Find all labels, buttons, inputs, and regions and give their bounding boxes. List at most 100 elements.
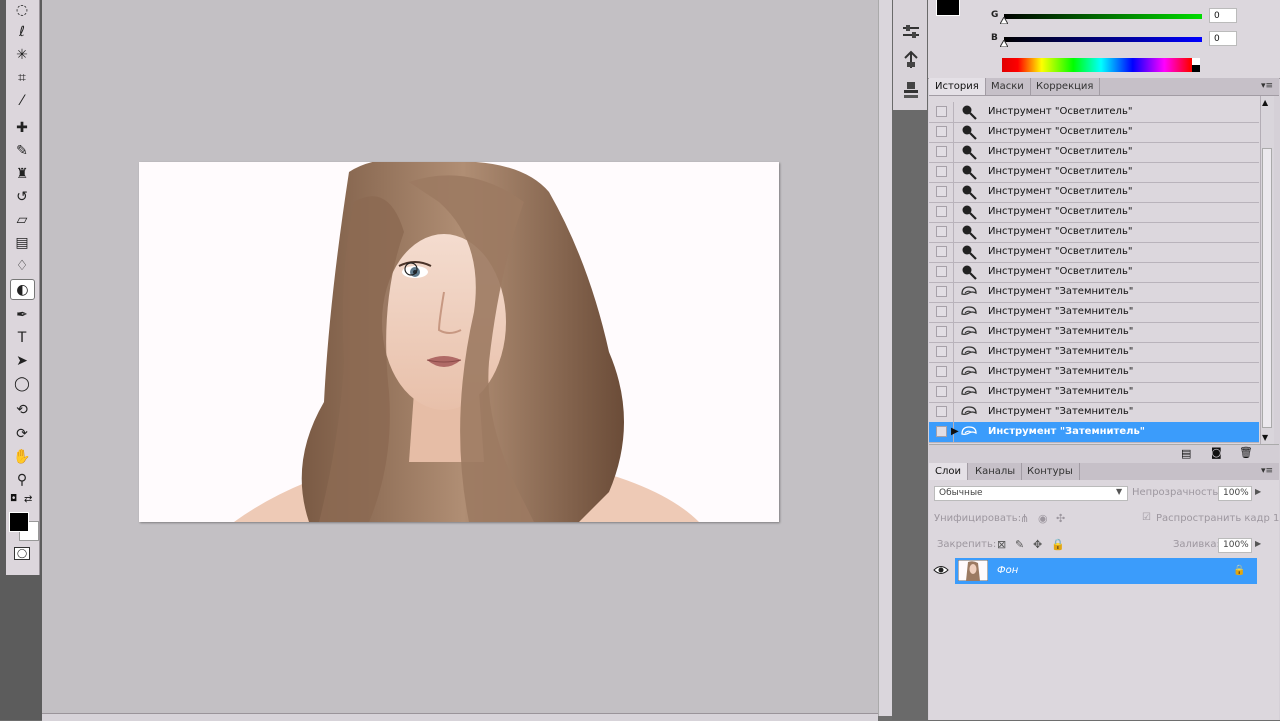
foreground-color-swatch[interactable] (9, 512, 29, 532)
history-scroll-thumb[interactable] (1262, 148, 1272, 428)
snapshot-source-checkbox[interactable] (936, 346, 947, 357)
ramp-white-swatch[interactable] (1192, 58, 1200, 65)
history-state-row[interactable]: Инструмент "Осветлитель" (929, 182, 1259, 203)
snapshot-source-checkbox[interactable] (936, 246, 947, 257)
fill-arrow-icon[interactable]: ▶ (1255, 539, 1261, 548)
layer-visibility-eye-icon[interactable] (933, 564, 949, 576)
crop-tool-icon[interactable]: ⌗ (10, 68, 34, 88)
opacity-field[interactable]: 100% (1218, 486, 1252, 501)
tab-history[interactable]: История (929, 78, 986, 95)
marquee-tool-icon[interactable]: ◌ (10, 0, 34, 20)
history-list[interactable]: Инструмент "Осветлитель" Инструмент "Осве… (929, 96, 1260, 444)
snapshot-source-checkbox[interactable] (936, 286, 947, 297)
tab-adjustments[interactable]: Коррекция (1030, 78, 1101, 95)
history-scrollbar[interactable]: ▲ ▼ (1260, 96, 1274, 444)
green-channel-slider[interactable] (1004, 14, 1202, 19)
path-selection-tool-icon[interactable]: ➤ (10, 351, 34, 371)
history-state-row[interactable]: Инструмент "Осветлитель" (929, 122, 1259, 143)
brush-tool-icon[interactable]: ✎ (10, 141, 34, 161)
history-state-row[interactable]: ▶ Инструмент "Затемнитель" (929, 422, 1259, 443)
history-state-row[interactable]: Инструмент "Затемнитель" (929, 362, 1259, 383)
default-colors-icon[interactable]: ◘ (10, 494, 17, 504)
snapshot-source-checkbox[interactable] (936, 106, 947, 117)
lock-all-icon[interactable]: 🔒 (1051, 538, 1065, 551)
clone-stamp-tool-icon[interactable]: ♜ (10, 164, 34, 184)
history-state-row[interactable]: Инструмент "Затемнитель" (929, 322, 1259, 343)
tab-layers[interactable]: Слои (929, 463, 968, 480)
snapshot-source-checkbox[interactable] (936, 306, 947, 317)
history-state-row[interactable]: Инструмент "Осветлитель" (929, 142, 1259, 163)
blend-mode-select[interactable]: Обычные (934, 486, 1128, 501)
unify-visibility-icon[interactable]: ◉ (1038, 512, 1048, 525)
healing-brush-tool-icon[interactable]: ✚ (10, 118, 34, 138)
layer-name[interactable]: Фон (997, 558, 1018, 584)
history-state-marker-icon[interactable]: ▶ (951, 426, 959, 437)
layer-row-background[interactable]: Фон 🔒 (955, 558, 1257, 584)
history-panel-menu-icon[interactable]: ▾≡ (1261, 81, 1273, 91)
type-tool-icon[interactable]: T (10, 328, 34, 348)
tab-channels[interactable]: Каналы (969, 463, 1023, 480)
color-spectrum-ramp[interactable] (1002, 58, 1200, 72)
opacity-arrow-icon[interactable]: ▶ (1255, 487, 1261, 496)
snapshot-source-checkbox[interactable] (936, 206, 947, 217)
tab-masks[interactable]: Маски (985, 78, 1031, 95)
new-snapshot-icon[interactable]: ◙ (1211, 446, 1222, 459)
blue-channel-slider[interactable] (1004, 37, 1202, 42)
history-state-row[interactable]: Инструмент "Осветлитель" (929, 262, 1259, 283)
snapshot-source-checkbox[interactable] (936, 426, 947, 437)
snapshot-source-checkbox[interactable] (936, 226, 947, 237)
quick-mask-icon[interactable]: ◯ (14, 547, 30, 560)
history-state-row[interactable]: Инструмент "Затемнитель" (929, 382, 1259, 403)
blue-channel-value[interactable]: 0 (1209, 31, 1237, 46)
styles-dock-icon[interactable] (901, 50, 921, 70)
green-channel-value[interactable]: 0 (1209, 8, 1237, 23)
scroll-down-arrow-icon[interactable]: ▼ (1262, 433, 1268, 442)
history-state-row[interactable]: Инструмент "Затемнитель" (929, 402, 1259, 423)
ramp-black-swatch[interactable] (1192, 65, 1200, 72)
snapshot-source-checkbox[interactable] (936, 406, 947, 417)
zoom-tool-icon[interactable]: ⚲ (10, 470, 34, 490)
history-state-row[interactable]: Инструмент "Осветлитель" (929, 102, 1259, 123)
delete-state-icon[interactable]: 🗑 (1239, 446, 1253, 459)
tab-paths[interactable]: Контуры (1021, 463, 1080, 480)
3d-orbit-tool-icon[interactable]: ⟳ (10, 424, 34, 444)
propagate-checkbox[interactable]: ☑ (1142, 512, 1151, 523)
swap-colors-icon[interactable]: ⇄ (24, 494, 32, 505)
gradient-tool-icon[interactable]: ▤ (10, 233, 34, 253)
history-state-row[interactable]: Инструмент "Осветлитель" (929, 202, 1259, 223)
unify-position-icon[interactable]: ⋔ (1020, 512, 1029, 525)
green-slider-thumb[interactable] (1000, 17, 1008, 24)
eraser-tool-icon[interactable]: ▱ (10, 210, 34, 230)
history-state-row[interactable]: Инструмент "Затемнитель" (929, 302, 1259, 323)
snapshot-source-checkbox[interactable] (936, 266, 947, 277)
foreground-swatch[interactable] (936, 0, 960, 16)
history-state-row[interactable]: Инструмент "Осветлитель" (929, 222, 1259, 243)
3d-rotate-tool-icon[interactable]: ⟲ (10, 400, 34, 420)
snapshot-source-checkbox[interactable] (936, 326, 947, 337)
clone-source-dock-icon[interactable] (901, 80, 921, 100)
lock-pixels-icon[interactable]: ✎ (1015, 538, 1024, 551)
layers-panel-menu-icon[interactable]: ▾≡ (1261, 466, 1273, 476)
canvas-vertical-scrollbar[interactable] (878, 0, 893, 716)
snapshot-source-checkbox[interactable] (936, 386, 947, 397)
snapshot-source-checkbox[interactable] (936, 146, 947, 157)
hand-tool-icon[interactable]: ✋ (10, 447, 34, 467)
blue-slider-thumb[interactable] (1000, 40, 1008, 47)
lock-transparency-icon[interactable]: ⊠ (997, 538, 1006, 551)
new-document-from-state-icon[interactable]: ▤ (1181, 447, 1191, 460)
adjustments-dock-icon[interactable] (901, 22, 921, 42)
snapshot-source-checkbox[interactable] (936, 166, 947, 177)
snapshot-source-checkbox[interactable] (936, 186, 947, 197)
history-state-row[interactable]: Инструмент "Осветлитель" (929, 242, 1259, 263)
history-state-row[interactable]: Инструмент "Затемнитель" (929, 282, 1259, 303)
history-state-row[interactable]: Инструмент "Затемнитель" (929, 342, 1259, 363)
fill-field[interactable]: 100% (1218, 538, 1252, 553)
dodge-burn-tool-icon[interactable]: ◐ (10, 279, 35, 300)
blur-tool-icon[interactable]: ♢ (10, 256, 34, 276)
pen-tool-icon[interactable]: ✒ (10, 305, 34, 325)
blend-mode-chevron-down-icon[interactable]: ▼ (1116, 487, 1122, 496)
history-brush-tool-icon[interactable]: ↺ (10, 187, 34, 207)
unify-style-icon[interactable]: ✣ (1056, 512, 1065, 525)
history-state-row[interactable]: Инструмент "Осветлитель" (929, 162, 1259, 183)
snapshot-source-checkbox[interactable] (936, 366, 947, 377)
